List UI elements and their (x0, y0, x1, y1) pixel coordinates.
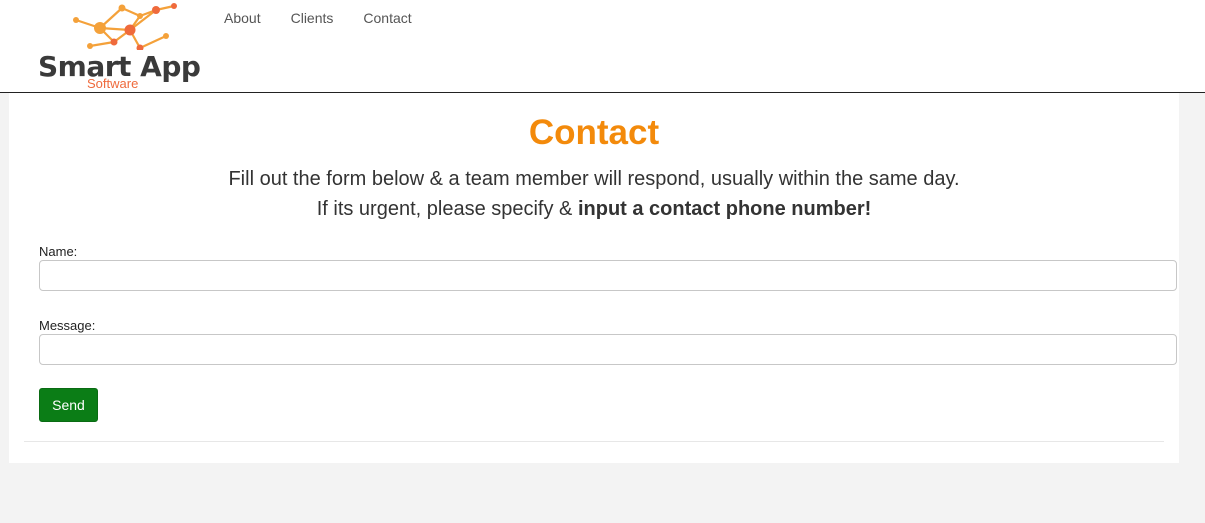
nav-link-clients[interactable]: Clients (291, 10, 334, 26)
nav-link-contact[interactable]: Contact (363, 10, 411, 26)
page-title: Contact (528, 113, 660, 152)
message-field[interactable] (39, 334, 1177, 365)
site-header: Smart App Software About Clients Contact (0, 0, 1205, 93)
intro-line-2-text: If its urgent, please specify & (316, 198, 578, 220)
intro-line-2-emphasis: input a contact phone number! (577, 198, 872, 220)
intro-text: Fill out the form below & a team member … (9, 164, 1179, 224)
send-button[interactable]: Send (39, 388, 98, 422)
form-divider (24, 441, 1164, 442)
brand-logo[interactable]: Smart App Software (38, 0, 213, 92)
name-field[interactable] (39, 260, 1177, 291)
main-nav: About Clients Contact (224, 10, 442, 26)
nav-link-about[interactable]: About (224, 10, 261, 26)
brand-subtitle: Software (87, 76, 139, 91)
message-label: Message: (39, 318, 96, 333)
name-label: Name: (39, 244, 78, 259)
intro-line-1: Fill out the form below & a team member … (228, 168, 960, 190)
contact-panel: Contact Fill out the form below & a team… (9, 93, 1179, 463)
intro-line-2: If its urgent, please specify & input a … (9, 194, 1179, 224)
